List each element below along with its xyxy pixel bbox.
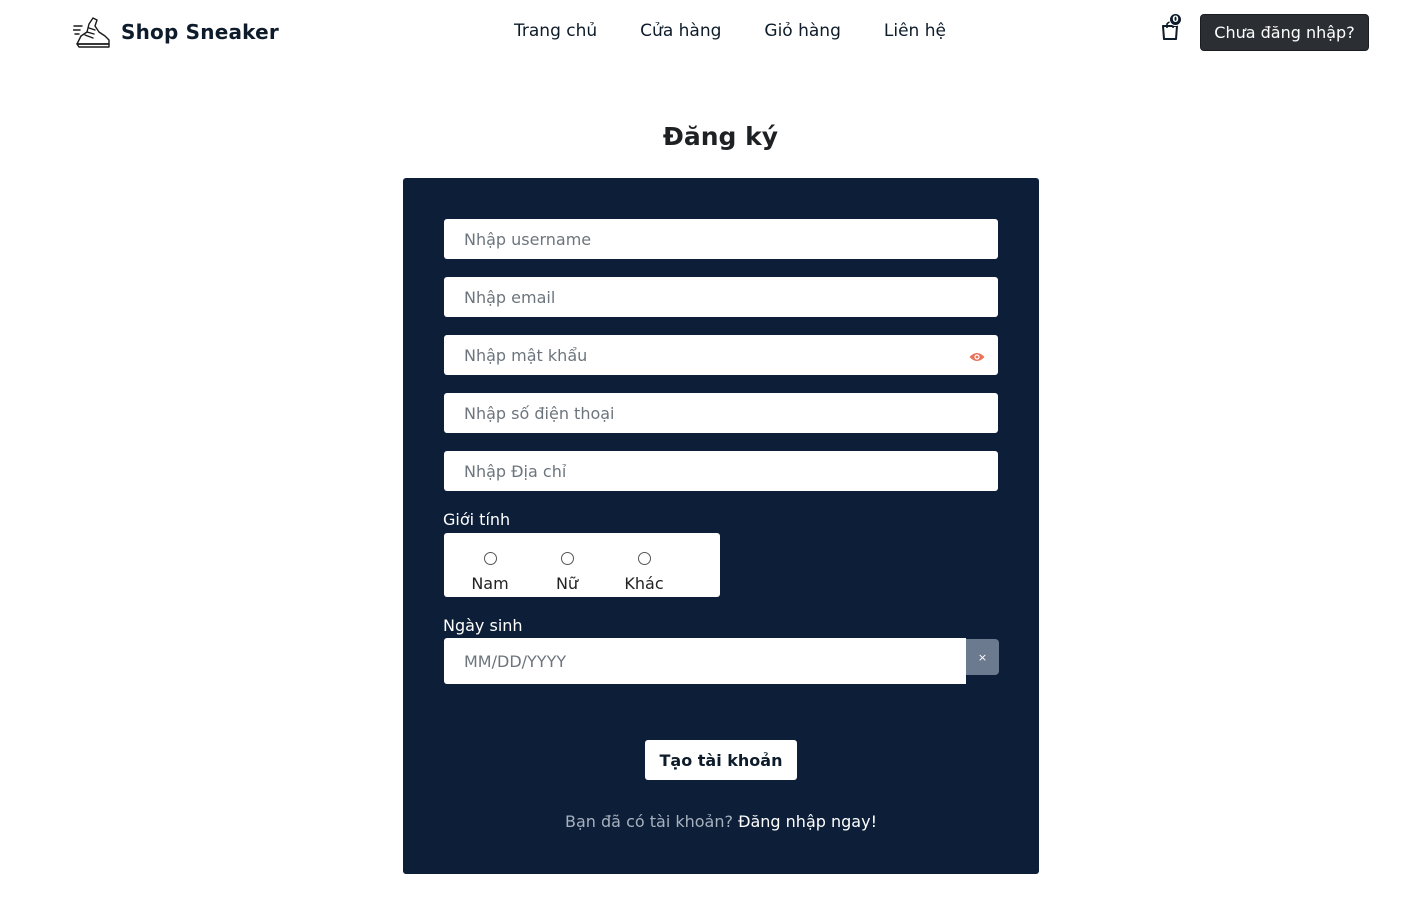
site-header: Shop Sneaker Trang chủ Cửa hàng Giỏ hàng… bbox=[0, 0, 1415, 70]
birthday-label: Ngày sinh bbox=[443, 616, 523, 635]
brand-name: Shop Sneaker bbox=[121, 20, 279, 44]
nav-contact[interactable]: Liên hệ bbox=[884, 21, 946, 41]
birthday-input[interactable] bbox=[444, 638, 966, 684]
address-input[interactable] bbox=[444, 451, 998, 491]
radio-nam[interactable] bbox=[483, 552, 497, 565]
register-form-panel: Giới tính Nam Nữ Khác Ngày sinh × Tạo tà… bbox=[403, 178, 1039, 874]
brand[interactable]: Shop Sneaker bbox=[73, 14, 279, 50]
login-status-button[interactable]: Chưa đăng nhập? bbox=[1200, 14, 1369, 51]
gender-nu-label: Nữ bbox=[555, 574, 579, 593]
gender-option-nu[interactable]: Nữ bbox=[537, 543, 597, 593]
email-input[interactable] bbox=[444, 277, 998, 317]
gender-radio-group: Nam Nữ Khác bbox=[444, 533, 720, 597]
sneaker-logo-icon bbox=[73, 17, 110, 48]
radio-khac[interactable] bbox=[637, 552, 651, 565]
nav-cart[interactable]: Giỏ hàng bbox=[764, 21, 840, 41]
gender-nam-label: Nam bbox=[471, 574, 509, 593]
phone-input[interactable] bbox=[444, 393, 998, 433]
cart-count-badge: 0 bbox=[1169, 13, 1182, 26]
gender-option-khac[interactable]: Khác bbox=[614, 543, 674, 593]
create-account-button[interactable]: Tạo tài khoản bbox=[645, 740, 797, 780]
gender-label: Giới tính bbox=[443, 510, 511, 529]
page-title: Đăng ký bbox=[662, 122, 779, 151]
nav-shop[interactable]: Cửa hàng bbox=[640, 21, 721, 41]
password-input[interactable] bbox=[444, 335, 998, 375]
eye-icon[interactable] bbox=[969, 351, 985, 363]
login-prompt: Bạn đã có tài khoản? Đăng nhập ngay! bbox=[403, 812, 1039, 831]
gender-khac-label: Khác bbox=[624, 574, 664, 593]
have-account-text: Bạn đã có tài khoản? bbox=[565, 812, 739, 831]
nav-home[interactable]: Trang chủ bbox=[514, 21, 597, 41]
clear-date-button[interactable]: × bbox=[966, 639, 999, 675]
main-nav: Trang chủ Cửa hàng Giỏ hàng Liên hệ bbox=[514, 21, 989, 41]
gender-option-nam[interactable]: Nam bbox=[460, 543, 520, 593]
cart-button[interactable]: 0 bbox=[1160, 13, 1182, 41]
username-input[interactable] bbox=[444, 219, 998, 259]
login-now-link[interactable]: Đăng nhập ngay! bbox=[738, 812, 877, 831]
radio-nu[interactable] bbox=[560, 552, 574, 565]
